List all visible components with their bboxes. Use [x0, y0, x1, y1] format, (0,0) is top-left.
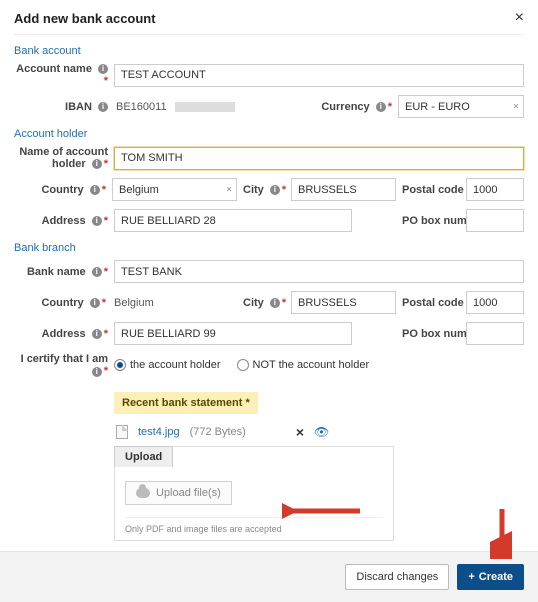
holder-postal-label: Postal code: [402, 184, 464, 196]
info-icon[interactable]: i: [270, 298, 280, 308]
recent-statement-heading: Recent bank statement *: [114, 392, 258, 414]
holder-country-label: Country: [41, 184, 83, 196]
radio-label-holder: the account holder: [130, 359, 221, 371]
required-marker: *: [102, 184, 106, 196]
radio-account-holder[interactable]: the account holder: [114, 359, 221, 371]
holder-city-input[interactable]: [291, 178, 396, 201]
required-marker: *: [282, 297, 286, 309]
iban-label: IBAN: [65, 101, 92, 113]
info-icon[interactable]: i: [92, 159, 102, 169]
upload-note: Only PDF and image files are accepted: [125, 517, 383, 534]
holder-name-input[interactable]: [114, 147, 524, 170]
account-name-input[interactable]: [114, 64, 524, 87]
remove-file-icon[interactable]: ×: [296, 424, 304, 440]
file-icon: [116, 425, 128, 439]
info-icon[interactable]: i: [92, 216, 102, 226]
required-marker: *: [104, 328, 108, 340]
info-icon[interactable]: i: [376, 102, 386, 112]
modal-title: Add new bank account: [14, 11, 156, 26]
holder-pobox-input[interactable]: [466, 209, 524, 232]
branch-address-input[interactable]: [114, 322, 352, 345]
section-bank-branch: Bank branch: [14, 242, 524, 254]
required-marker: *: [104, 365, 108, 377]
holder-address-label: Address: [42, 215, 86, 227]
required-marker: *: [104, 215, 108, 227]
plus-icon: +: [468, 571, 474, 583]
holder-city-label: City: [243, 184, 264, 196]
create-button-label: Create: [479, 571, 513, 583]
account-name-label: Account name: [16, 63, 92, 75]
holder-address-input[interactable]: [114, 209, 352, 232]
info-icon[interactable]: i: [90, 298, 100, 308]
branch-country-label: Country: [41, 297, 83, 309]
info-icon[interactable]: i: [90, 185, 100, 195]
clear-icon[interactable]: ×: [226, 184, 232, 195]
branch-city-input[interactable]: [291, 291, 396, 314]
upload-button-label: Upload file(s): [156, 487, 221, 499]
info-icon[interactable]: i: [92, 329, 102, 339]
bank-name-input[interactable]: [114, 260, 524, 283]
cloud-upload-icon: [136, 488, 150, 498]
currency-input[interactable]: [398, 95, 524, 118]
radio-icon: [237, 359, 249, 371]
bank-name-label: Bank name: [27, 266, 86, 278]
discard-button[interactable]: Discard changes: [345, 564, 449, 590]
section-bank-account: Bank account: [14, 45, 524, 57]
radio-label-not-holder: NOT the account holder: [253, 359, 370, 371]
preview-icon[interactable]: 👁: [314, 425, 329, 439]
required-marker: *: [282, 184, 286, 196]
info-icon[interactable]: i: [92, 267, 102, 277]
create-button[interactable]: + Create: [457, 564, 524, 590]
branch-pobox-input[interactable]: [466, 322, 524, 345]
branch-city-label: City: [243, 297, 264, 309]
clear-icon[interactable]: ×: [513, 101, 519, 112]
branch-postal-label: Postal code: [402, 297, 464, 309]
holder-postal-input[interactable]: [466, 178, 524, 201]
branch-address-label: Address: [42, 328, 86, 340]
iban-masked: [175, 102, 235, 112]
uploaded-file-size: (772 Bytes): [190, 426, 246, 438]
upload-panel: Upload Upload file(s) Only PDF and image…: [114, 446, 394, 541]
radio-not-account-holder[interactable]: NOT the account holder: [237, 359, 370, 371]
info-icon[interactable]: i: [270, 185, 280, 195]
section-account-holder: Account holder: [14, 128, 524, 140]
iban-prefix: BE160011: [114, 101, 167, 113]
certify-label: I certify that I am: [21, 353, 108, 365]
info-icon[interactable]: i: [98, 64, 108, 74]
upload-tab[interactable]: Upload: [114, 446, 173, 467]
radio-icon: [114, 359, 126, 371]
uploaded-file-link[interactable]: test4.jpg: [138, 426, 180, 438]
currency-label: Currency: [321, 101, 369, 113]
branch-country-value: Belgium: [112, 297, 237, 309]
required-marker: *: [104, 75, 108, 87]
branch-postal-input[interactable]: [466, 291, 524, 314]
required-marker: *: [104, 266, 108, 278]
info-icon[interactable]: i: [92, 367, 102, 377]
required-marker: *: [102, 297, 106, 309]
info-icon[interactable]: i: [98, 102, 108, 112]
close-icon[interactable]: ×: [515, 10, 524, 26]
required-marker: *: [104, 158, 108, 170]
holder-country-input[interactable]: [112, 178, 237, 201]
required-marker: *: [388, 101, 392, 113]
